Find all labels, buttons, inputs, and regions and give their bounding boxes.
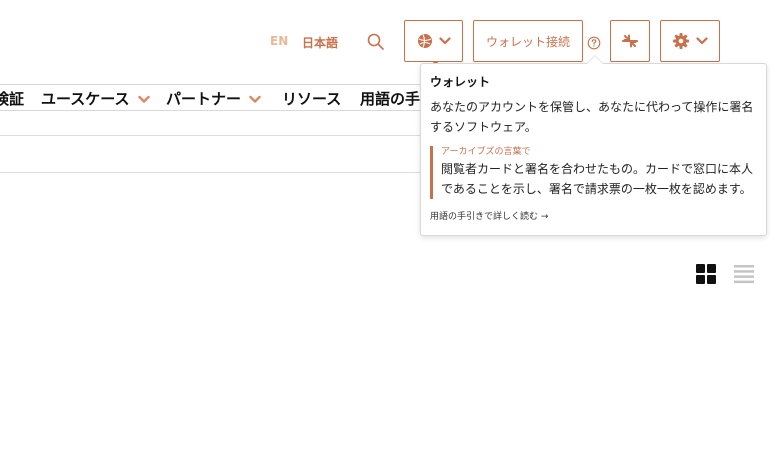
nav-item-label: ユースケース [41, 90, 130, 108]
connect-wallet-label: ウォレット接続 [485, 34, 570, 49]
chevron-down-icon [249, 95, 261, 103]
settings-button[interactable] [660, 20, 720, 62]
nav-item-verify[interactable]: 検証 [0, 88, 24, 109]
network-icon [417, 34, 432, 48]
lang-ja-link[interactable]: 日本語 [302, 34, 338, 51]
nav-item-label: パートナー [166, 90, 242, 108]
chevron-down-icon [696, 37, 708, 45]
list-view-icon[interactable] [734, 264, 754, 284]
tooltip-quote-label: アーカイブズの言葉で [441, 147, 531, 157]
divider [0, 172, 430, 173]
tooltip-quote: アーカイブズの言葉で 閲覧者カードと署名を合わせたもの。カードで窓口に本人である… [430, 146, 758, 199]
glossary-link[interactable]: 用語の手引きで詳しく読む → [430, 209, 758, 222]
tooltip-title: ウォレット [430, 75, 491, 89]
collapse-button[interactable] [610, 20, 650, 62]
lang-en-link[interactable]: EN [270, 34, 288, 48]
wallet-tooltip: ウォレット あなたのアカウントを保管し、あなたに代わって操作に署名するソフトウェ… [420, 63, 767, 236]
gear-icon [673, 33, 689, 49]
tooltip-quote-text: 閲覧者カードと署名を合わせたもの。カードで窓口に本人であることを示し、署名で請求… [441, 162, 754, 196]
collapse-icon [622, 34, 638, 48]
nav-item-partners[interactable]: パートナー [166, 88, 261, 109]
network-selector-button[interactable] [404, 20, 463, 66]
nav-item-use-cases[interactable]: ユースケース [41, 88, 150, 109]
tooltip-description: あなたのアカウントを保管し、あなたに代わって操作に署名するソフトウェア。 [430, 100, 754, 134]
main-nav: 検証 ユースケース パートナー リソース 用語の手 [0, 84, 430, 111]
grid-view-icon[interactable] [696, 264, 716, 284]
chevron-down-icon [438, 37, 451, 45]
divider [0, 135, 430, 136]
nav-item-resources[interactable]: リソース [282, 88, 341, 109]
chevron-down-icon [137, 95, 150, 103]
search-icon[interactable] [366, 32, 386, 52]
nav-item-glossary[interactable]: 用語の手 [360, 88, 420, 109]
tooltip-arrow-inner [587, 56, 603, 64]
help-icon[interactable] [587, 36, 601, 50]
connect-wallet-button[interactable]: ウォレット接続 [473, 20, 583, 62]
